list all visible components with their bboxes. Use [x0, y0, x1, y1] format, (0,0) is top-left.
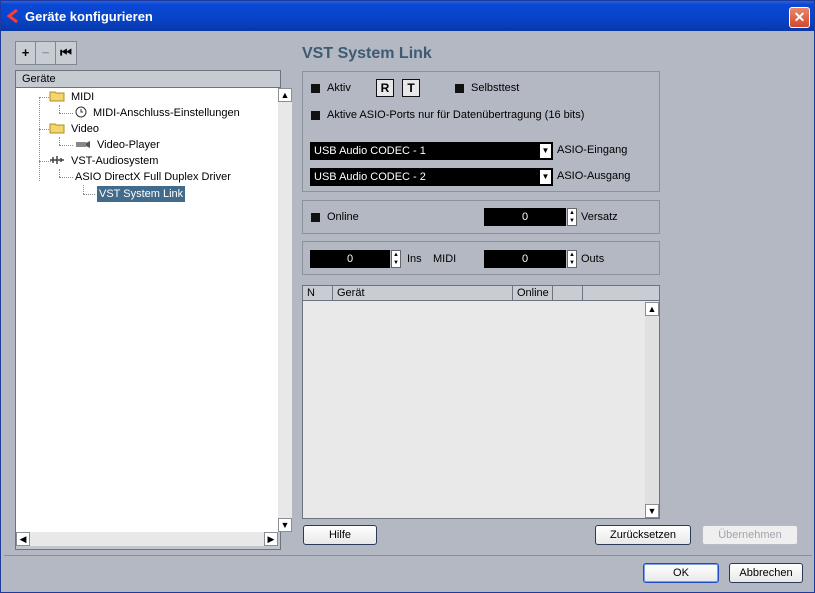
- tree-line: [83, 194, 95, 195]
- remove-device-button[interactable]: −: [36, 42, 56, 64]
- add-device-button[interactable]: +: [16, 42, 36, 64]
- table-header: N Gerät Online: [303, 286, 659, 301]
- midi-label: MIDI: [433, 253, 457, 265]
- column-header-online[interactable]: Online: [513, 286, 553, 301]
- dialog-window: Geräte konfigurieren ✕ + − ⏮ Geräte MIDI…: [0, 0, 815, 593]
- tree-item-label: Video: [71, 123, 99, 135]
- chevron-down-icon[interactable]: ▼: [540, 170, 551, 184]
- tree-line: [83, 185, 84, 194]
- apply-button[interactable]: Übernehmen: [702, 525, 798, 545]
- tree-item-label: ASIO DirectX Full Duplex Driver: [75, 171, 231, 183]
- help-button[interactable]: Hilfe: [303, 525, 377, 545]
- tree-item-midi[interactable]: MIDI: [49, 89, 96, 105]
- dialog-client: + − ⏮ Geräte MIDI MIDI-Anschluss-Einstel…: [4, 31, 812, 591]
- tree-item-vst-audiosystem[interactable]: VST-Audiosystem: [49, 153, 160, 169]
- r-button[interactable]: R: [376, 79, 394, 97]
- section-title: VST System Link: [302, 45, 432, 62]
- tree-vertical-scrollbar[interactable]: ▲ ▼: [278, 88, 292, 532]
- tree-line: [59, 105, 60, 113]
- reset-button[interactable]: Zurücksetzen: [595, 525, 691, 545]
- tree-line: [59, 169, 60, 177]
- scroll-up-icon[interactable]: ▲: [278, 88, 292, 102]
- tree-item-label: VST-Audiosystem: [71, 155, 159, 167]
- device-table[interactable]: N Gerät Online ▲ ▼: [302, 285, 660, 519]
- versatz-label: Versatz: [581, 211, 618, 223]
- asio-input-value: USB Audio CODEC - 1: [314, 145, 426, 157]
- outs-label: Outs: [581, 253, 605, 265]
- asio-output-value: USB Audio CODEC - 2: [314, 171, 426, 183]
- scroll-down-icon[interactable]: ▼: [278, 518, 292, 532]
- aktiv-checkbox[interactable]: [311, 84, 320, 93]
- ins-label: Ins: [407, 253, 422, 265]
- table-vertical-scrollbar[interactable]: ▲ ▼: [645, 302, 659, 518]
- divider: [4, 555, 812, 556]
- outs-spinner-icon[interactable]: ▲ ▼: [567, 250, 577, 268]
- asio-input-label: ASIO-Eingang: [557, 144, 628, 156]
- scroll-down-icon[interactable]: ▼: [645, 504, 659, 518]
- tree-item-label: Video-Player: [97, 139, 160, 151]
- online-label: Online: [327, 211, 359, 223]
- asio-settings-group: Aktiv R T Selbsttest Aktive ASIO-Ports n…: [302, 71, 660, 192]
- column-header-n[interactable]: N: [303, 286, 333, 301]
- scroll-up-icon[interactable]: ▲: [645, 302, 659, 316]
- device-tree[interactable]: MIDI MIDI-Anschluss-Einstellungen Video …: [16, 88, 278, 532]
- reset-device-button[interactable]: ⏮: [56, 42, 76, 64]
- column-header-empty-2[interactable]: [583, 286, 659, 301]
- asio-ports-checkbox[interactable]: [311, 111, 320, 120]
- tree-item-vst-system-link[interactable]: VST System Link: [95, 185, 187, 203]
- title-bar[interactable]: Geräte konfigurieren ✕: [1, 1, 814, 31]
- tree-line: [59, 145, 73, 146]
- folder-icon: [49, 91, 65, 102]
- folder-icon: [49, 123, 65, 134]
- versatz-input[interactable]: 0: [484, 208, 566, 226]
- t-button[interactable]: T: [402, 79, 420, 97]
- clock-icon: [75, 106, 87, 118]
- tree-item-asio-driver[interactable]: ASIO DirectX Full Duplex Driver: [73, 169, 233, 185]
- tree-item-midi-port-settings[interactable]: MIDI-Anschluss-Einstellungen: [75, 105, 242, 121]
- online-group: Online 0 ▲ ▼ Versatz: [302, 200, 660, 234]
- scroll-left-icon[interactable]: ◀: [16, 532, 30, 546]
- tree-line: [59, 177, 73, 178]
- app-icon: [7, 9, 18, 23]
- midi-ports-group: 0 ▲ ▼ Ins MIDI 0 ▲ ▼ Outs: [302, 241, 660, 275]
- asio-output-label: ASIO-Ausgang: [557, 170, 631, 182]
- asio-input-select[interactable]: USB Audio CODEC - 1 ▼: [310, 142, 553, 160]
- selbsttest-checkbox[interactable]: [455, 84, 464, 93]
- tree-item-label: MIDI-Anschluss-Einstellungen: [93, 107, 240, 119]
- asio-output-select[interactable]: USB Audio CODEC - 2 ▼: [310, 168, 553, 186]
- tree-line: [39, 97, 40, 181]
- chevron-down-icon[interactable]: ▼: [540, 144, 551, 158]
- window-title: Geräte konfigurieren: [25, 9, 153, 24]
- tree-item-label: VST System Link: [95, 185, 187, 203]
- tree-header: Geräte: [16, 71, 280, 88]
- column-header-empty-1[interactable]: [553, 286, 583, 301]
- tree-line: [59, 113, 73, 114]
- video-icon: [76, 141, 90, 148]
- versatz-spinner-icon[interactable]: ▲ ▼: [567, 208, 577, 226]
- tree-horizontal-scrollbar[interactable]: ◀ ▶: [16, 532, 278, 546]
- tree-item-video-player[interactable]: Video-Player: [75, 137, 162, 153]
- outs-input[interactable]: 0: [484, 250, 566, 268]
- scroll-right-icon[interactable]: ▶: [264, 532, 278, 546]
- cancel-button[interactable]: Abbrechen: [729, 563, 803, 583]
- device-tree-panel: Geräte MIDI MIDI-Anschluss-Einstellungen…: [15, 70, 292, 550]
- ins-input[interactable]: 0: [310, 250, 390, 268]
- close-button[interactable]: ✕: [789, 7, 810, 28]
- tree-item-label: MIDI: [71, 91, 95, 103]
- audio-icon: [50, 156, 64, 164]
- selbsttest-label: Selbsttest: [471, 82, 520, 94]
- online-checkbox[interactable]: [311, 213, 320, 222]
- tree-line: [59, 137, 60, 145]
- column-header-geraet[interactable]: Gerät: [333, 286, 513, 301]
- ok-button[interactable]: OK: [643, 563, 719, 583]
- aktiv-label: Aktiv: [327, 82, 351, 94]
- ins-spinner-icon[interactable]: ▲ ▼: [391, 250, 401, 268]
- asio-ports-label: Aktive ASIO-Ports nur für Datenübertragu…: [327, 109, 585, 121]
- tree-toolbar: + − ⏮: [15, 41, 77, 65]
- tree-item-video[interactable]: Video: [49, 121, 101, 137]
